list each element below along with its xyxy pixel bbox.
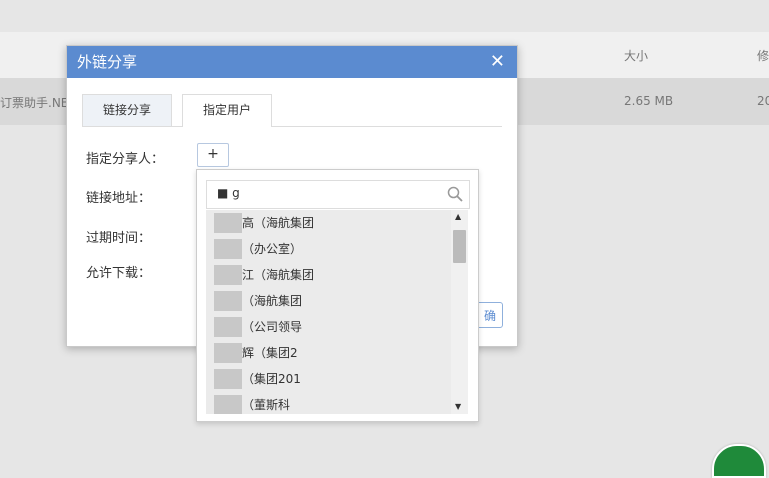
list-item[interactable]: 辉（集团2 [206, 340, 451, 366]
redacted-name [214, 343, 242, 363]
close-icon[interactable]: ✕ [490, 46, 505, 78]
floating-badge-icon[interactable] [712, 444, 766, 478]
scroll-up-icon[interactable]: ▲ [455, 212, 461, 221]
share-to-label: 指定分享人： [86, 152, 165, 167]
share-tabs: 链接分享 指定用户 [82, 94, 502, 127]
redacted-name [214, 239, 242, 259]
list-item[interactable]: （集团201 [206, 366, 451, 392]
redacted-name [214, 265, 242, 285]
list-item[interactable]: （董斯科 [206, 392, 451, 414]
list-item[interactable]: 江（海航集团 [206, 262, 451, 288]
file-size: 2.65 MB [624, 94, 674, 108]
list-item[interactable]: （办公室） [206, 236, 451, 262]
link-label: 链接地址： [86, 191, 152, 206]
column-size-header: 大小 [624, 49, 649, 63]
scroll-down-icon[interactable]: ▼ [455, 402, 461, 411]
search-input-value: ■ g [217, 186, 240, 200]
redacted-name [214, 369, 242, 389]
dialog-title-bar: 外链分享 ✕ [67, 46, 517, 78]
add-user-button[interactable]: + [197, 143, 229, 167]
file-name: 订票助手.NE [0, 96, 69, 110]
file-date: 20 [757, 94, 769, 108]
expire-label: 过期时间： [86, 231, 152, 246]
user-search-input[interactable]: ■ g [206, 180, 470, 209]
list-item[interactable]: （公司领导 [206, 314, 451, 340]
tab-link-share[interactable]: 链接分享 [82, 94, 172, 126]
redacted-name [214, 317, 242, 337]
user-list: 高（海航集团 （办公室） 江（海航集团 （海航集团 （公司领导 辉（集团2 （集… [206, 210, 451, 414]
column-modified-header: 修 [757, 49, 769, 63]
search-icon[interactable] [447, 186, 463, 202]
list-item[interactable]: 高（海航集团 [206, 210, 451, 236]
redacted-name [214, 395, 242, 414]
list-item[interactable]: （海航集团 [206, 288, 451, 314]
list-scrollbar[interactable]: ▲ ▼ [451, 210, 468, 414]
user-picker-dropdown: ■ g 高（海航集团 （办公室） 江（海航集团 （海航集团 （公司领导 辉（集团… [196, 169, 479, 422]
scroll-thumb[interactable] [453, 230, 466, 263]
download-label: 允许下载： [86, 266, 152, 281]
dialog-title: 外链分享 [77, 53, 138, 71]
redacted-name [214, 291, 242, 311]
tab-specified-users[interactable]: 指定用户 [182, 94, 272, 127]
redacted-name [214, 213, 242, 233]
